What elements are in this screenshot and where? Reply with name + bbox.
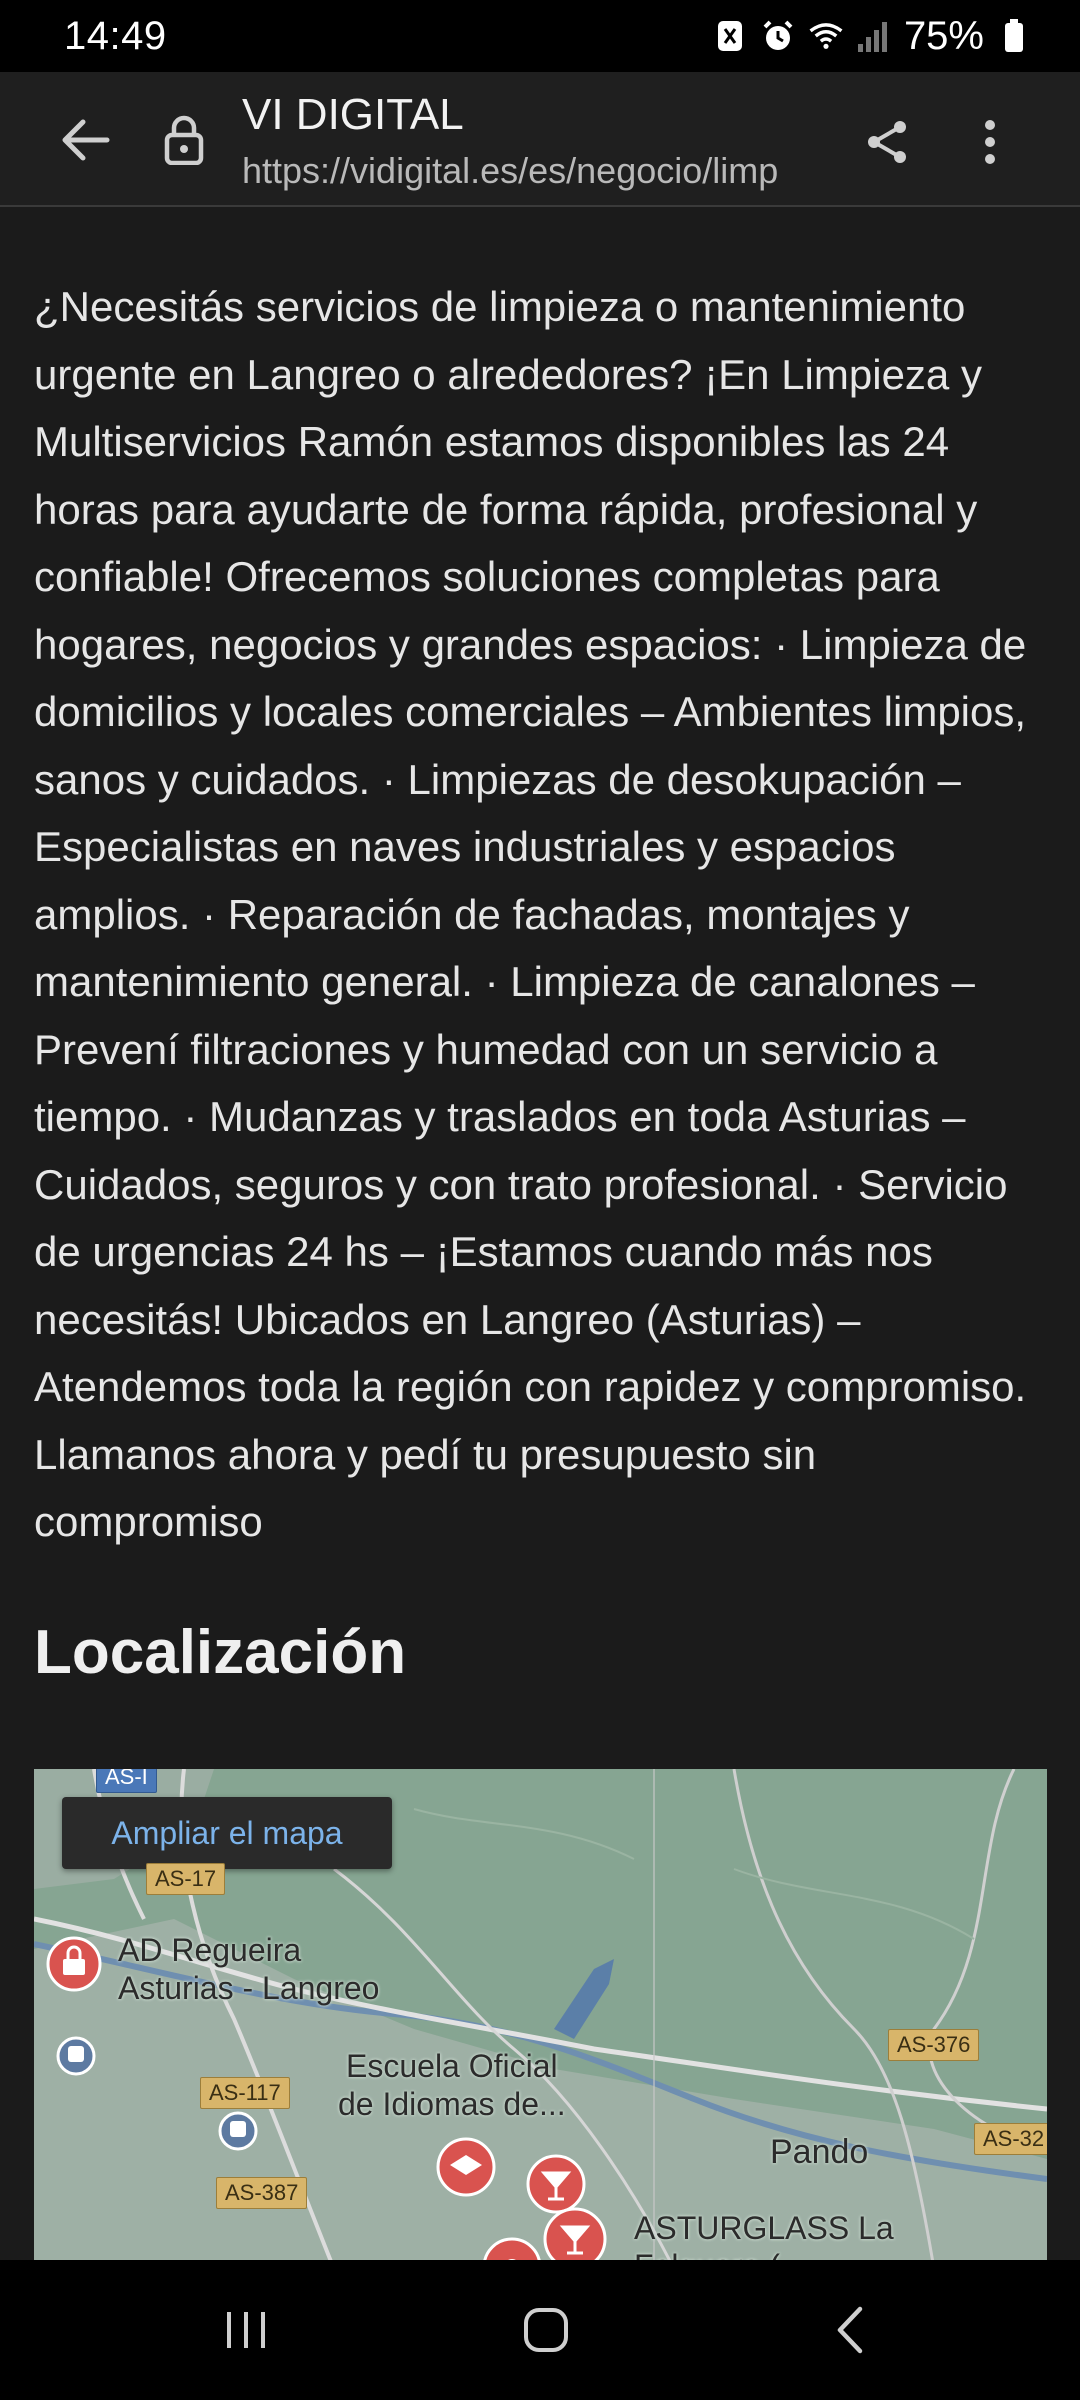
nfc-icon (712, 18, 748, 54)
map-embed[interactable]: Ampliar el mapa AS-I AS-17 AS-117 AS-387… (34, 1769, 1047, 2260)
shopping-pin-icon[interactable] (46, 1936, 102, 1992)
more-vert-icon[interactable] (960, 112, 1020, 172)
system-nav-bar (0, 2260, 1080, 2400)
battery-icon (996, 18, 1032, 54)
browser-toolbar: VI DIGITAL https://vidigital.es/es/negoc… (0, 72, 1080, 207)
map-place-label[interactable]: de Idiomas de... (338, 2085, 566, 2123)
map-place-label[interactable]: Felguera (... (634, 2247, 807, 2260)
lock-icon[interactable] (156, 110, 212, 170)
section-title-location: Localización (34, 1618, 407, 1687)
road-badge: AS-387 (216, 2177, 308, 2209)
status-icons: 75% (712, 12, 1032, 60)
map-place-label[interactable]: Asturias - Langreo (118, 1969, 379, 2007)
url-field[interactable]: https://vidigital.es/es/negocio/limp (242, 150, 822, 192)
status-bar: 14:49 75% (0, 0, 1080, 72)
home-icon[interactable] (486, 2290, 606, 2370)
transit-pin-icon (56, 2036, 96, 2076)
bar-pin-icon[interactable] (526, 2154, 586, 2214)
expand-map-button[interactable]: Ampliar el mapa (62, 1797, 392, 1869)
map-place-label[interactable]: Escuela Oficial (346, 2047, 558, 2085)
road-badge: AS-I (96, 1769, 157, 1793)
business-description: ¿Necesitás servicios de limpieza o mante… (34, 283, 1027, 1545)
battery-percent: 75% (903, 13, 984, 58)
wifi-icon (808, 18, 844, 54)
map-place-label[interactable]: AD Regueira (118, 1931, 301, 1969)
road-badge: AS-117 (200, 2077, 290, 2109)
transit-pin-icon (218, 2111, 258, 2151)
alarm-icon (760, 18, 796, 54)
map-place-label[interactable]: Pando (770, 2133, 868, 2171)
share-icon[interactable] (858, 112, 918, 172)
signal-icon (856, 18, 892, 54)
bar-pin-icon[interactable] (543, 2207, 607, 2260)
school-pin-icon[interactable] (436, 2137, 496, 2197)
site-title[interactable]: VI DIGITAL (242, 90, 464, 140)
road-badge: AS-376 (888, 2029, 980, 2061)
page-content[interactable]: ¿Necesitás servicios de limpieza o mante… (0, 207, 1080, 2260)
recent-apps-icon[interactable] (186, 2290, 306, 2370)
road-badge: AS-17 (146, 1863, 226, 1895)
back-arrow-icon[interactable] (56, 110, 116, 170)
back-icon[interactable] (790, 2290, 910, 2370)
map-place-label[interactable]: ASTURGLASS La (634, 2209, 894, 2247)
status-time: 14:49 (64, 14, 167, 58)
road-badge: AS-32 (974, 2123, 1047, 2155)
